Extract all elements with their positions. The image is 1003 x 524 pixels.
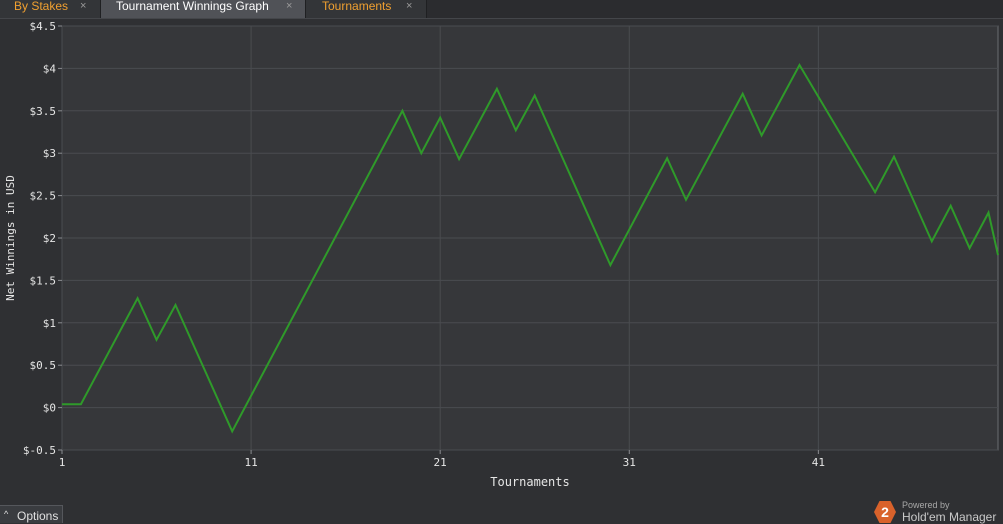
- y-tick-label: $1.5: [30, 274, 57, 287]
- x-tick-label: 21: [434, 456, 447, 469]
- x-tick-label: 31: [623, 456, 636, 469]
- brand-name: Hold'em Manager: [902, 510, 997, 524]
- y-tick-label: $4.5: [30, 20, 57, 33]
- y-tick-label: $-0.5: [23, 444, 56, 457]
- y-tick-label: $0: [43, 402, 56, 415]
- close-icon[interactable]: ×: [406, 0, 412, 12]
- y-tick-label: $2.5: [30, 190, 57, 203]
- y-tick-label: $4: [43, 62, 57, 75]
- tab-tournaments[interactable]: Tournaments ×: [306, 0, 427, 18]
- x-tick-label: 1: [59, 456, 66, 469]
- y-tick-label: $3.5: [30, 105, 57, 118]
- tab-by-stakes[interactable]: By Stakes ×: [0, 0, 101, 18]
- winnings-chart: $-0.5 $0 $0.5 $1 $1.5 $2 $2.5 $3 $3.5 $4 $4.5 1 11 2…: [0, 19, 1003, 499]
- y-axis-ticks: $-0.5 $0 $0.5 $1 $1.5 $2 $2.5 $3 $3.5 $4 $4.5: [23, 20, 62, 457]
- tab-tournament-winnings-graph[interactable]: Tournament Winnings Graph ×: [101, 0, 306, 18]
- options-button[interactable]: ^ Options: [0, 505, 63, 523]
- x-tick-label: 41: [812, 456, 825, 469]
- y-tick-label: $2: [43, 232, 56, 245]
- close-icon[interactable]: ×: [80, 0, 86, 12]
- chevron-up-icon: ^: [4, 509, 9, 519]
- powered-by-text: Powered by: [902, 500, 950, 510]
- close-icon[interactable]: ×: [286, 0, 292, 12]
- y-tick-label: $0.5: [30, 359, 57, 372]
- y-tick-label: $3: [43, 147, 56, 160]
- chart-svg: $-0.5$0$0.5$1$1.5$2$2.5$3$3.5$4$4.5 1 11 2…: [4, 20, 999, 489]
- y-axis-label: Net Winnings in USD: [4, 175, 17, 301]
- x-axis-label: Tournaments: [490, 475, 569, 489]
- tab-label: By Stakes: [14, 0, 69, 13]
- holdem-manager-badge-icon: 2: [874, 501, 896, 523]
- tab-label: Tournament Winnings Graph: [116, 0, 269, 13]
- options-label: Options: [17, 509, 59, 523]
- tab-bar: By Stakes × Tournament Winnings Graph × …: [0, 0, 1003, 19]
- x-axis-ticks: 1 11 21 31 41: [59, 450, 825, 469]
- tab-label: Tournaments: [322, 0, 392, 13]
- brand-logo: 2 Powered by Hold'em Manager: [874, 499, 1003, 524]
- x-tick-label: 11: [244, 456, 257, 469]
- y-tick-label: $1: [43, 317, 56, 330]
